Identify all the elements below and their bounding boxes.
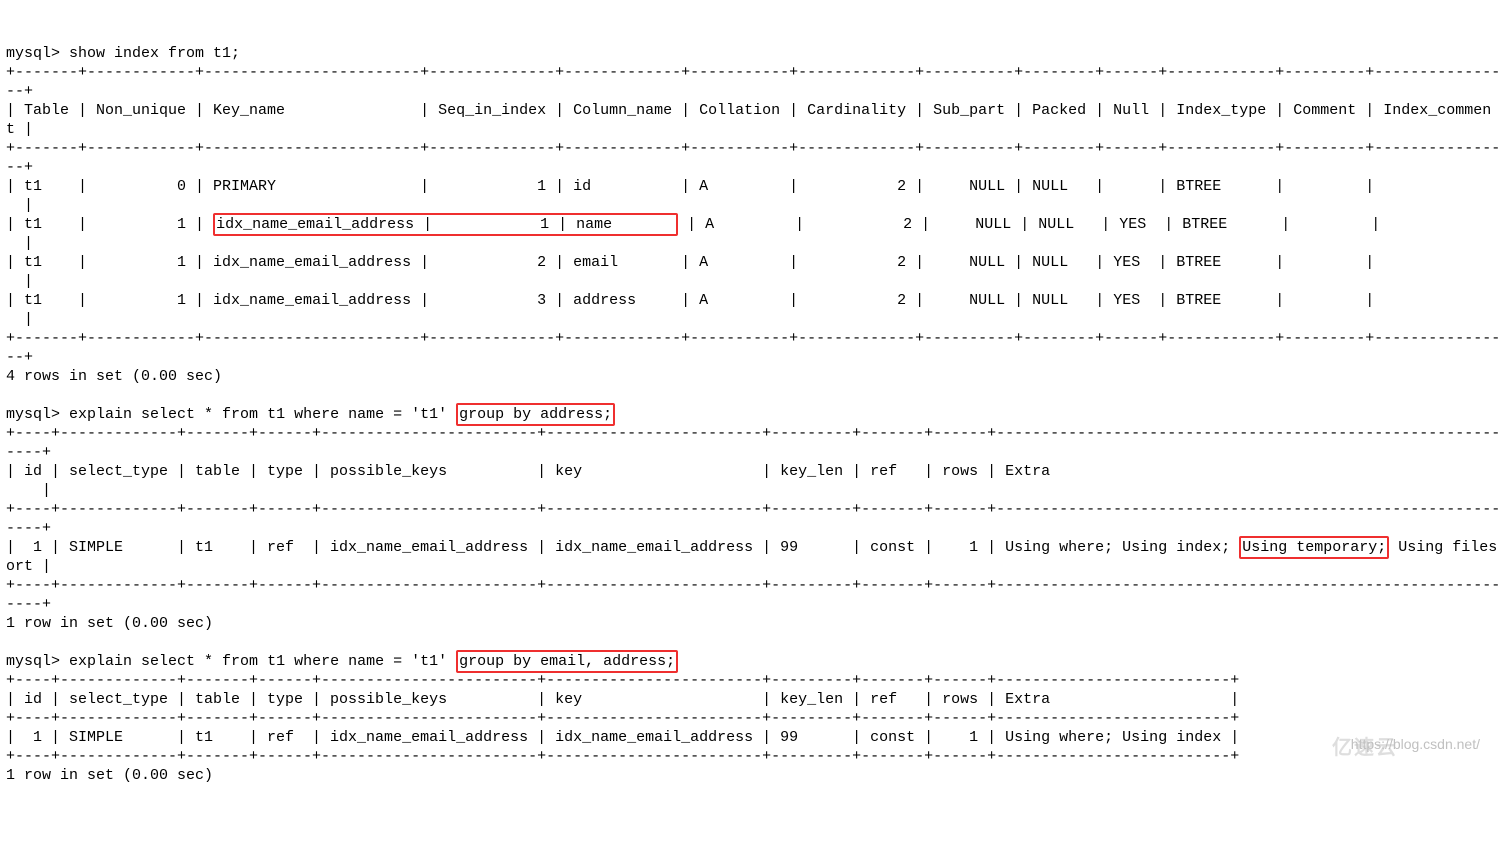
highlight-box-index-rows: idx_name_email_address | 1 | name	[213, 213, 678, 236]
index-row-idx3-pre: | t1 | 1 |	[6, 292, 213, 309]
explain-table-header-1-wrap: |	[6, 482, 51, 499]
index-row-idx1-pre: | t1 | 1 |	[6, 216, 204, 233]
index-row-idx1-post: | A | 2 | NULL | NULL | YES | BTREE | |	[678, 216, 1497, 233]
table-border: +----+-------------+-------+------+-----…	[6, 577, 1498, 594]
explain-table-header-1: | id | select_type | table | type | poss…	[6, 463, 1498, 480]
index-row-primary: | t1 | 0 | PRIMARY | 1 | id | A | 2 | NU…	[6, 178, 1491, 195]
table-border: +----+-------------+-------+------+-----…	[6, 501, 1498, 518]
table-border: --+	[6, 349, 33, 366]
table-border: ----+	[6, 520, 51, 537]
index-row-idx3-wrap: |	[6, 311, 33, 328]
table-border: --+	[6, 83, 33, 100]
index-table-header-wrap: t |	[6, 121, 33, 138]
highlight-box-group-by-email-address: group by email, address;	[456, 650, 678, 673]
mysql-prompt: mysql>	[6, 653, 60, 670]
explain-row-1-pre: | 1 | SIMPLE | t1 | ref | idx_name_email…	[6, 539, 1239, 556]
mysql-prompt: mysql>	[6, 45, 60, 62]
mysql-prompt: mysql>	[6, 406, 60, 423]
table-border: ----+	[6, 596, 51, 613]
table-border: +----+-------------+-------+------+-----…	[6, 672, 1239, 689]
result-footer-1: 4 rows in set (0.00 sec)	[6, 368, 222, 385]
table-border: +-------+------------+------------------…	[6, 140, 1498, 157]
highlight-box-using-temporary: Using temporary;	[1239, 536, 1389, 559]
sql-command-2-pre: explain select * from t1 where name = 't…	[69, 406, 456, 423]
index-row-idx2-post: | A | 2 | NULL | NULL | YES | BTREE | |	[672, 254, 1491, 271]
table-border: +-------+------------+------------------…	[6, 64, 1498, 81]
index-row-primary-wrap: |	[6, 197, 33, 214]
index-table-header: | Table | Non_unique | Key_name | Seq_in…	[6, 102, 1491, 119]
table-border: +----+-------------+-------+------+-----…	[6, 710, 1239, 727]
index-row-idx2-mid: idx_name_email_address | 2 | email	[213, 254, 672, 271]
table-border: --+	[6, 159, 33, 176]
watermark-brand: 亿速云	[1332, 739, 1398, 758]
index-row-idx3-mid: idx_name_email_address | 3 | address	[213, 292, 672, 309]
result-footer-3: 1 row in set (0.00 sec)	[6, 767, 213, 784]
table-border: +-------+------------+------------------…	[6, 330, 1498, 347]
table-border: +----+-------------+-------+------+-----…	[6, 425, 1498, 442]
result-footer-2: 1 row in set (0.00 sec)	[6, 615, 213, 632]
explain-row-2: | 1 | SIMPLE | t1 | ref | idx_name_email…	[6, 729, 1239, 746]
index-row-idx1-wrap: |	[6, 235, 33, 252]
explain-row-1-wrap: ort |	[6, 558, 51, 575]
explain-table-header-2: | id | select_type | table | type | poss…	[6, 691, 1239, 708]
sql-command-3-pre: explain select * from t1 where name = 't…	[69, 653, 456, 670]
table-border: +----+-------------+-------+------+-----…	[6, 748, 1239, 765]
explain-row-1-post: Using files	[1389, 539, 1497, 556]
index-row-idx3-post: | A | 2 | NULL | NULL | YES | BTREE | |	[672, 292, 1491, 309]
highlight-box-group-by-address: group by address;	[456, 403, 615, 426]
sql-command-1: show index from t1;	[69, 45, 240, 62]
index-row-idx2-pre: | t1 | 1 |	[6, 254, 213, 271]
index-row-idx2-wrap: |	[6, 273, 33, 290]
table-border: ----+	[6, 444, 51, 461]
